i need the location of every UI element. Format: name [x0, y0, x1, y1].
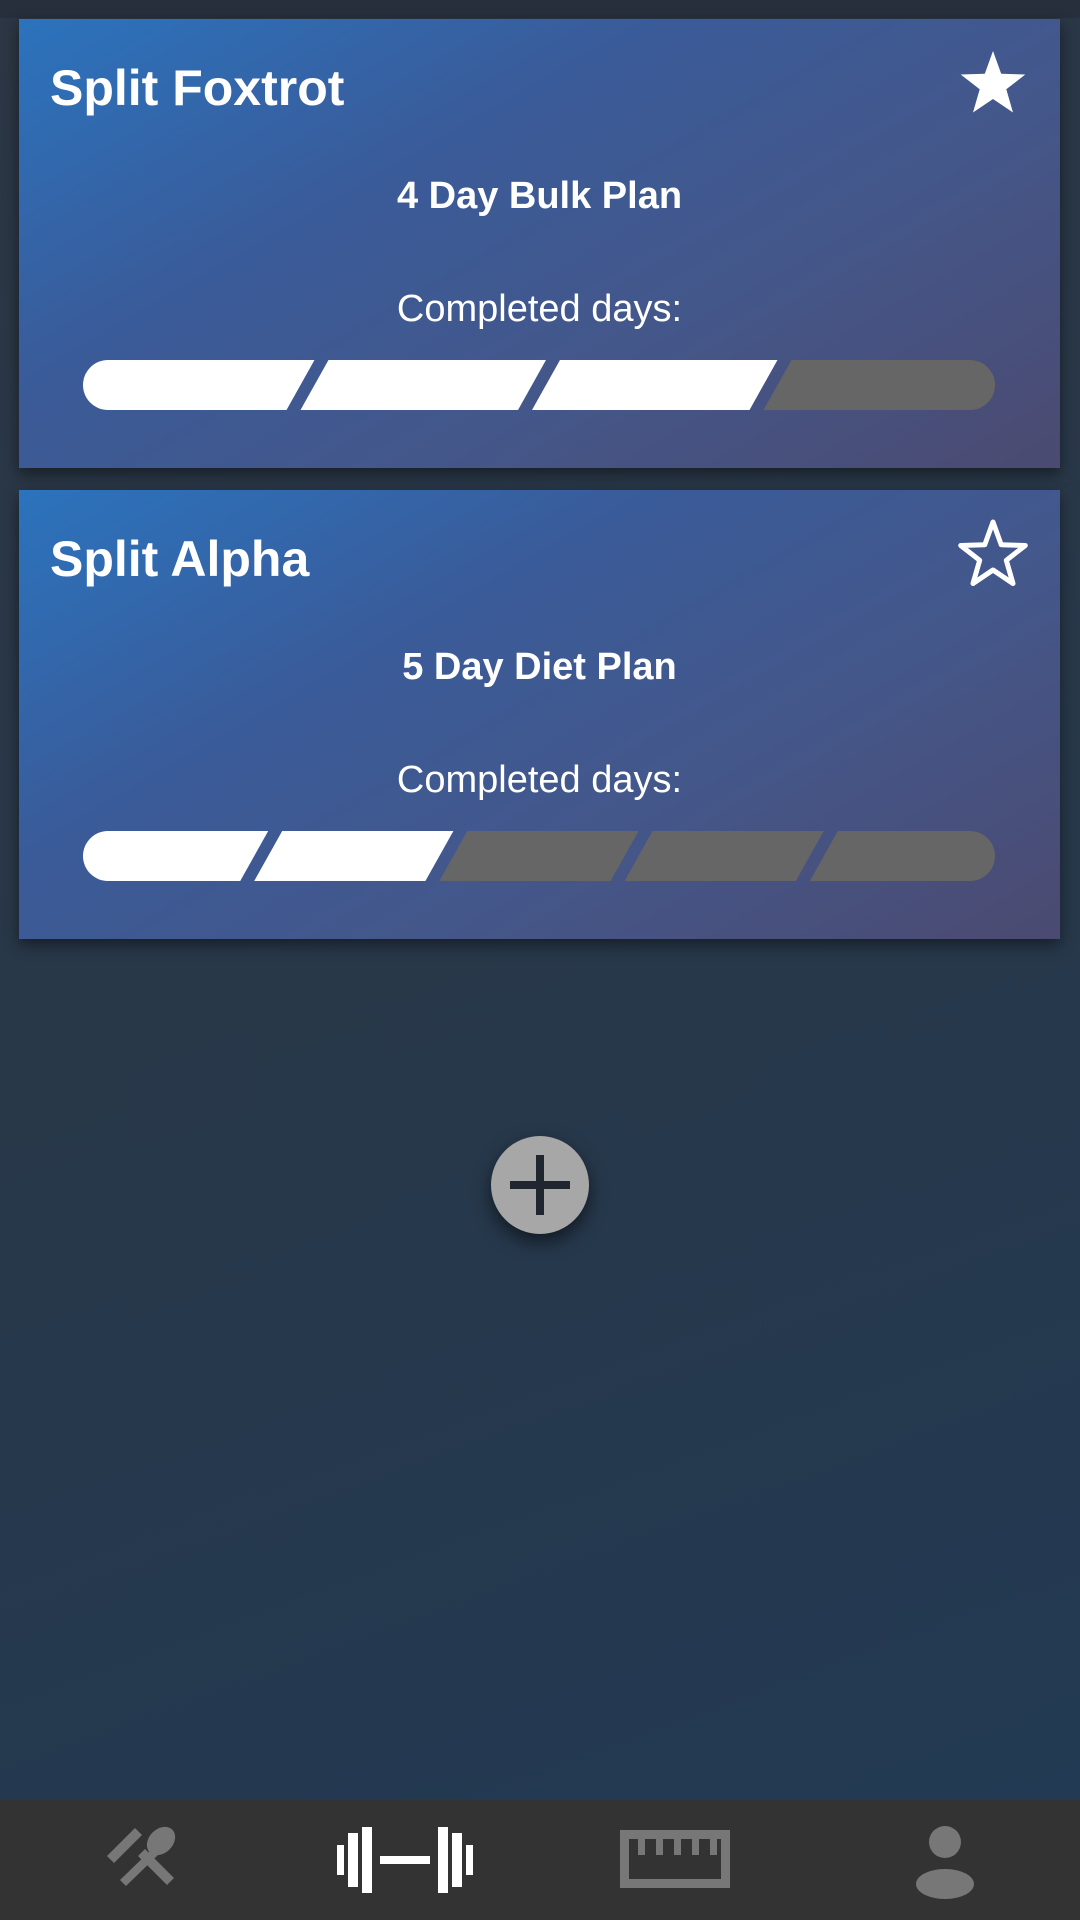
plan-name: 4 Day Bulk Plan — [396, 175, 683, 217]
star-outline-icon[interactable] — [957, 518, 1029, 590]
progress-segment-completed — [300, 360, 546, 410]
plan-name: 5 Day Diet Plan — [402, 646, 677, 688]
completed-days-label: Completed days: — [396, 288, 683, 330]
add-split-button[interactable] — [491, 1136, 589, 1234]
nav-item-measurements[interactable] — [575, 1800, 775, 1920]
progress-segment-completed — [254, 831, 454, 881]
split-card-foxtrot[interactable]: Split Foxtrot 4 Day Bulk Plan Completed … — [19, 19, 1060, 468]
progress-segment-completed — [83, 831, 269, 881]
top-strip — [0, 0, 1080, 18]
progress-segment-remaining — [439, 831, 639, 881]
nav-item-profile[interactable] — [845, 1800, 1045, 1920]
progress-segment-remaining — [809, 831, 995, 881]
plus-icon — [510, 1155, 570, 1215]
fork-spoon-icon — [107, 1826, 176, 1886]
progress-segment-completed — [83, 360, 315, 410]
star-filled-icon[interactable] — [957, 47, 1029, 119]
split-card-alpha[interactable]: Split Alpha 5 Day Diet Plan Completed da… — [19, 490, 1060, 939]
progress-segment-remaining — [763, 360, 995, 410]
person-icon — [916, 1826, 974, 1899]
completed-days-progress — [83, 831, 995, 881]
completed-days-progress — [83, 360, 995, 410]
progress-segment-remaining — [624, 831, 824, 881]
split-title: Split Alpha — [50, 531, 310, 587]
nav-item-nutrition[interactable] — [35, 1800, 235, 1920]
completed-days-label: Completed days: — [396, 759, 683, 801]
ruler-icon — [620, 1830, 730, 1888]
split-title: Split Foxtrot — [50, 60, 345, 116]
barbell-icon — [337, 1827, 473, 1893]
progress-segment-completed — [532, 360, 778, 410]
nav-item-workouts[interactable] — [305, 1800, 505, 1920]
bottom-navigation — [0, 1800, 1080, 1920]
